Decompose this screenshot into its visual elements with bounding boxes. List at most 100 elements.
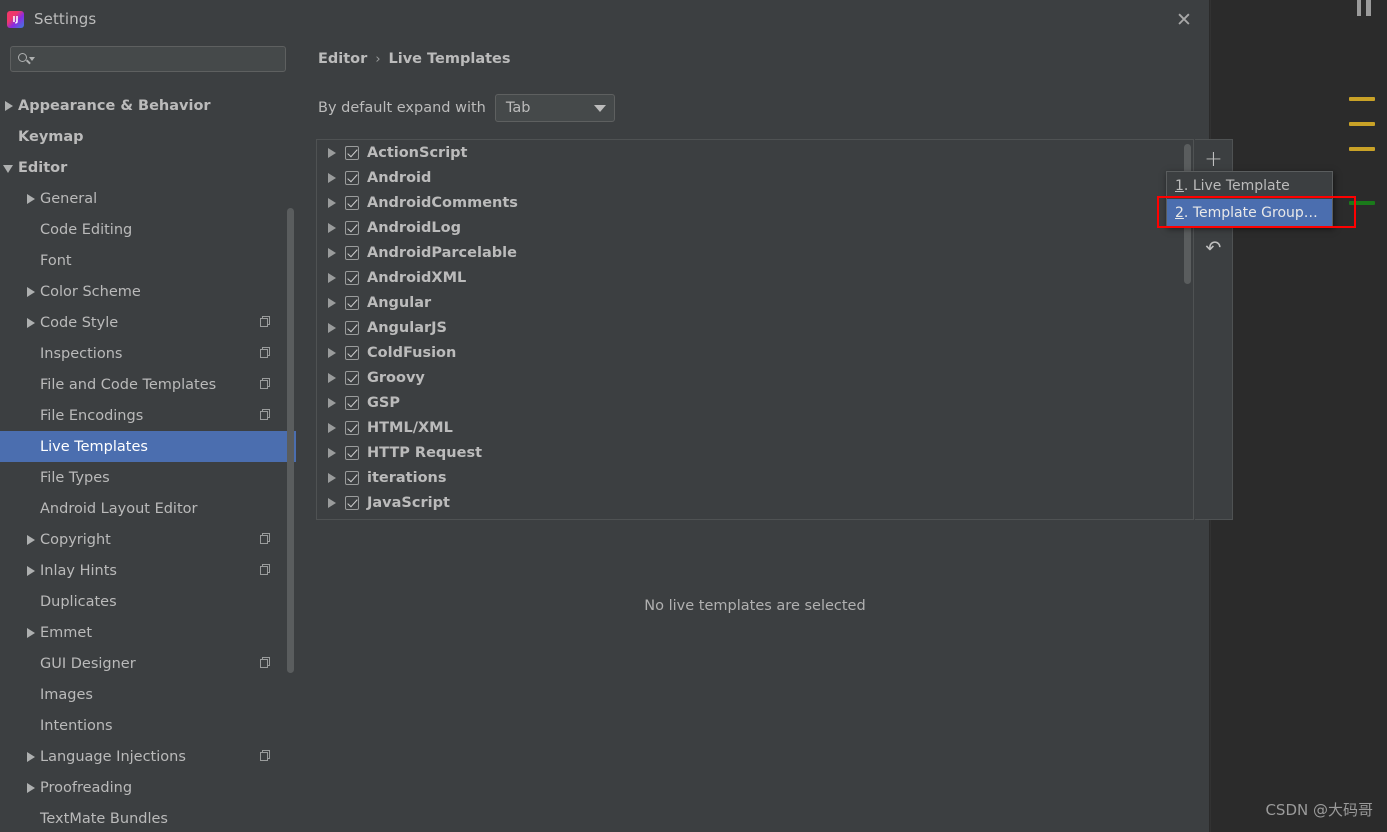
template-group-checkbox[interactable] xyxy=(345,170,359,185)
sidebar-item-label: File Encodings xyxy=(40,407,144,424)
chevron-right-icon[interactable] xyxy=(323,465,345,490)
template-group-checkbox[interactable] xyxy=(345,145,359,160)
template-group-row[interactable]: HTML/XML xyxy=(317,415,1193,440)
sidebar-scrollbar-thumb[interactable] xyxy=(287,208,294,673)
template-group-row[interactable]: JavaScript xyxy=(317,490,1193,515)
sidebar-item-file-and-code-templates[interactable]: File and Code Templates xyxy=(0,369,296,400)
chevron-right-icon[interactable] xyxy=(323,440,345,465)
chevron-right-icon[interactable] xyxy=(323,415,345,440)
settings-dialog: Settings ✕ Appearance & Behavior Keymap Ed… xyxy=(0,0,1233,832)
close-icon[interactable]: ✕ xyxy=(1173,9,1195,31)
chevron-right-icon[interactable] xyxy=(2,90,18,121)
sidebar-item-font[interactable]: Font xyxy=(0,245,296,276)
template-group-checkbox[interactable] xyxy=(345,320,359,335)
template-group-row[interactable]: AngularJS xyxy=(317,315,1193,340)
chevron-right-icon[interactable] xyxy=(323,240,345,265)
sidebar-item-textmate-bundles[interactable]: TextMate Bundles xyxy=(0,803,296,832)
revert-arrow-icon[interactable]: ↶ xyxy=(1195,232,1232,264)
chevron-right-icon[interactable] xyxy=(24,555,40,586)
template-group-row[interactable]: ActionScript xyxy=(317,140,1193,165)
chevron-right-icon[interactable] xyxy=(323,165,345,190)
template-group-row[interactable]: ColdFusion xyxy=(317,340,1193,365)
warning-marker[interactable] xyxy=(1349,122,1375,126)
template-group-row[interactable]: HTTP Request xyxy=(317,440,1193,465)
template-group-checkbox[interactable] xyxy=(345,270,359,285)
sidebar-item-copyright[interactable]: Copyright xyxy=(0,524,296,555)
sidebar-item-inspections[interactable]: Inspections xyxy=(0,338,296,369)
sidebar-item-color-scheme[interactable]: Color Scheme xyxy=(0,276,296,307)
sidebar-item-keymap[interactable]: Keymap xyxy=(0,121,296,152)
sidebar-item-images[interactable]: Images xyxy=(0,679,296,710)
template-group-checkbox[interactable] xyxy=(345,220,359,235)
chevron-right-icon[interactable] xyxy=(323,215,345,240)
menu-item-template-group[interactable]: 2. Template Group… xyxy=(1167,199,1332,226)
template-group-row[interactable]: iterations xyxy=(317,465,1193,490)
chevron-right-icon[interactable] xyxy=(24,524,40,555)
sidebar-item-inlay-hints[interactable]: Inlay Hints xyxy=(0,555,296,586)
sidebar-item-emmet[interactable]: Emmet xyxy=(0,617,296,648)
sidebar-item-android-layout-editor[interactable]: Android Layout Editor xyxy=(0,493,296,524)
chevron-right-icon[interactable] xyxy=(24,772,40,803)
menu-item-live-template[interactable]: 1. Live Template xyxy=(1167,172,1332,199)
chevron-right-icon[interactable] xyxy=(24,741,40,772)
sidebar-item-file-encodings[interactable]: File Encodings xyxy=(0,400,296,431)
ok-marker[interactable] xyxy=(1349,201,1375,205)
template-group-row[interactable]: Groovy xyxy=(317,365,1193,390)
sidebar-item-intentions[interactable]: Intentions xyxy=(0,710,296,741)
template-group-checkbox[interactable] xyxy=(345,470,359,485)
template-group-row[interactable]: Android xyxy=(317,165,1193,190)
template-group-checkbox[interactable] xyxy=(345,445,359,460)
sidebar-item-appearance-behavior[interactable]: Appearance & Behavior xyxy=(0,90,296,121)
sidebar-item-file-types[interactable]: File Types xyxy=(0,462,296,493)
template-group-checkbox[interactable] xyxy=(345,495,359,510)
sidebar-item-code-editing[interactable]: Code Editing xyxy=(0,214,296,245)
watermark: CSDN @大码哥 xyxy=(1265,801,1373,819)
template-group-row[interactable]: AndroidParcelable xyxy=(317,240,1193,265)
template-group-checkbox[interactable] xyxy=(345,245,359,260)
search-input[interactable] xyxy=(35,50,279,68)
template-group-checkbox[interactable] xyxy=(345,345,359,360)
expand-with-dropdown[interactable]: Tab xyxy=(494,94,615,122)
chevron-right-icon[interactable] xyxy=(323,140,345,165)
intellij-idea-logo-icon xyxy=(7,10,24,28)
template-group-checkbox[interactable] xyxy=(345,420,359,435)
chevron-right-icon[interactable] xyxy=(323,315,345,340)
chevron-right-icon[interactable] xyxy=(323,290,345,315)
template-group-row[interactable]: AndroidLog xyxy=(317,215,1193,240)
chevron-right-icon[interactable] xyxy=(24,617,40,648)
sidebar-item-proofreading[interactable]: Proofreading xyxy=(0,772,296,803)
copy-settings-icon xyxy=(260,347,272,359)
sidebar-item-live-templates[interactable]: Live Templates xyxy=(0,431,296,462)
chevron-right-icon[interactable] xyxy=(323,490,345,515)
warning-marker[interactable] xyxy=(1349,97,1375,101)
template-group-row[interactable]: Angular xyxy=(317,290,1193,315)
chevron-right-icon[interactable] xyxy=(323,340,345,365)
chevron-right-icon[interactable] xyxy=(24,276,40,307)
sidebar-item-gui-designer[interactable]: GUI Designer xyxy=(0,648,296,679)
template-group-checkbox[interactable] xyxy=(345,195,359,210)
chevron-down-icon[interactable] xyxy=(2,152,18,183)
template-group-row[interactable]: GSP xyxy=(317,390,1193,415)
sidebar-item-duplicates[interactable]: Duplicates xyxy=(0,586,296,617)
template-group-checkbox[interactable] xyxy=(345,295,359,310)
chevron-right-icon[interactable] xyxy=(24,183,40,214)
warning-marker[interactable] xyxy=(1349,147,1375,151)
sidebar-item-code-style[interactable]: Code Style xyxy=(0,307,296,338)
sidebar-scrollbar[interactable] xyxy=(287,90,294,832)
breadcrumb-parent[interactable]: Editor xyxy=(318,51,367,67)
sidebar-item-language-injections[interactable]: Language Injections xyxy=(0,741,296,772)
template-group-checkbox[interactable] xyxy=(345,370,359,385)
chevron-right-icon[interactable] xyxy=(323,190,345,215)
chevron-right-icon[interactable] xyxy=(24,307,40,338)
chevron-right-icon[interactable] xyxy=(323,390,345,415)
search-box[interactable] xyxy=(10,46,286,72)
template-group-row[interactable]: AndroidComments xyxy=(317,190,1193,215)
template-groups-list[interactable]: ActionScript Android AndroidComments Androi… xyxy=(317,140,1193,519)
sidebar-item-editor[interactable]: Editor xyxy=(0,152,296,183)
template-group-row[interactable]: AndroidXML xyxy=(317,265,1193,290)
chevron-right-icon[interactable] xyxy=(323,365,345,390)
chevron-right-icon[interactable] xyxy=(323,265,345,290)
template-group-checkbox[interactable] xyxy=(345,395,359,410)
sidebar-item-general[interactable]: General xyxy=(0,183,296,214)
